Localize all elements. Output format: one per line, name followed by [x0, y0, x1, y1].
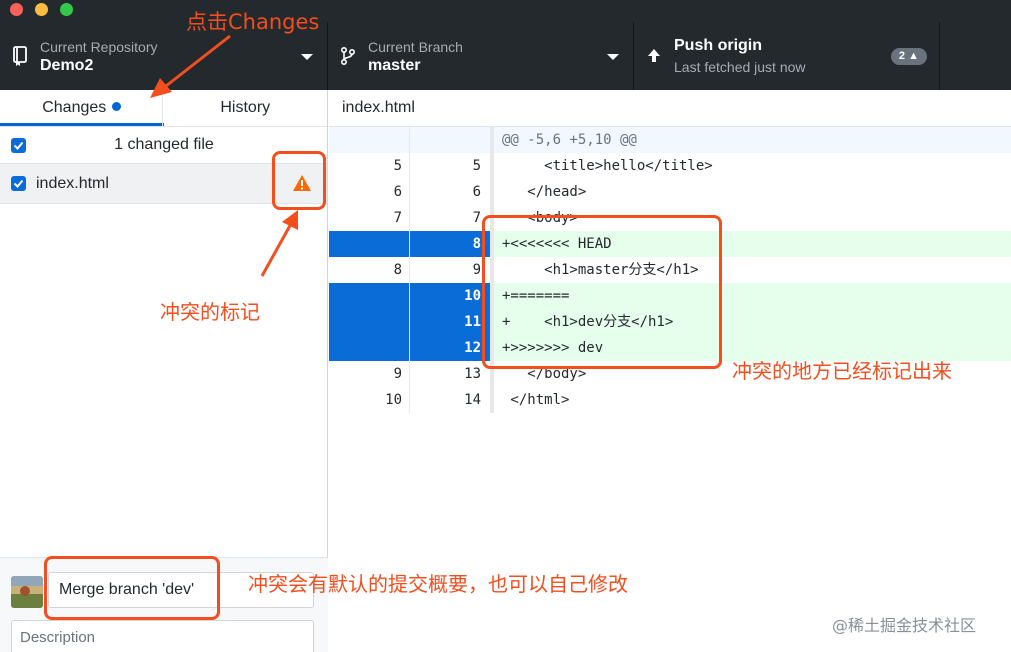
diff-header: index.html	[329, 90, 1011, 127]
annotation-conflict-mark: 冲突的标记	[160, 300, 260, 324]
old-line-number	[329, 335, 409, 361]
diff-hunk-header[interactable]: @@ -5,6 +5,10 @@	[329, 127, 1011, 153]
new-line-number: 7	[472, 210, 481, 226]
zoom-window-button[interactable]	[60, 3, 73, 16]
new-line-number: 6	[472, 184, 481, 200]
branch-label: Current Branch	[368, 39, 463, 55]
diff-file-path: index.html	[342, 99, 415, 116]
new-line-number: 13	[464, 366, 481, 382]
check-icon	[13, 179, 24, 188]
old-line-number	[329, 309, 409, 335]
old-line-number: 8	[393, 262, 402, 278]
chevron-down-icon	[607, 54, 619, 60]
annotation-conflict-location: 冲突的地方已经标记出来	[732, 359, 952, 383]
commit-description-input[interactable]: Description	[11, 620, 314, 652]
current-branch-button[interactable]: Current Branch master	[328, 22, 634, 90]
sidebar-tabs: Changes History	[0, 90, 327, 127]
new-line-number: 10	[410, 283, 490, 309]
watermark: @稀土掘金技术社区	[832, 616, 977, 635]
repository-icon	[13, 46, 27, 66]
branch-name: master	[368, 57, 421, 74]
chevron-down-icon	[301, 54, 313, 60]
new-line-number	[410, 127, 490, 153]
close-window-button[interactable]	[10, 3, 23, 16]
new-line-number: 5	[472, 158, 481, 174]
diff-code: <title>hello</title>	[502, 158, 713, 174]
diff-code: @@ -5,6 +5,10 @@	[494, 127, 1011, 153]
old-line-number: 7	[393, 210, 402, 226]
new-line-number: 8	[410, 231, 490, 257]
file-name: index.html	[36, 175, 109, 192]
old-line-number: 6	[393, 184, 402, 200]
window-titlebar	[0, 0, 1011, 22]
repository-name: Demo2	[40, 57, 94, 74]
file-checkbox[interactable]	[11, 176, 26, 191]
ahead-count-badge: 2 ▲	[890, 48, 927, 65]
avatar	[11, 576, 43, 608]
annotation-click-changes: 点击Changes	[186, 10, 320, 34]
diff-line[interactable]: 5 5 <title>hello</title>	[329, 153, 1011, 179]
new-line-number: 9	[472, 262, 481, 278]
tab-changes-label: Changes	[42, 99, 107, 116]
old-line-number: 5	[393, 158, 402, 174]
new-line-number: 12	[410, 335, 490, 361]
diff-line[interactable]: 6 6 </head>	[329, 179, 1011, 205]
old-line-number	[329, 283, 409, 309]
push-subtitle: Last fetched just now	[674, 59, 806, 75]
tab-changes[interactable]: Changes	[0, 90, 164, 126]
branch-icon	[340, 46, 356, 66]
old-line-number: 10	[385, 392, 402, 408]
tab-history[interactable]: History	[164, 90, 328, 126]
old-line-number: 9	[393, 366, 402, 382]
diff-code: </html>	[502, 392, 570, 408]
minimize-window-button[interactable]	[35, 3, 48, 16]
new-line-number: 11	[410, 309, 490, 335]
annotation-box-warning	[272, 151, 326, 210]
toolbar: Current Repository Demo2 Current Branch …	[0, 22, 1011, 90]
ahead-count: 2	[898, 50, 906, 62]
arrow-up-small-icon: ▲	[908, 50, 919, 62]
old-line-number	[329, 231, 409, 257]
arrow-up-icon	[648, 49, 660, 62]
annotation-box-summary	[44, 556, 220, 620]
old-line-number	[329, 127, 409, 153]
annotation-default-summary: 冲突会有默认的提交概要，也可以自己修改	[248, 572, 628, 596]
changes-indicator-dot	[112, 102, 122, 111]
push-origin-button[interactable]: Push origin Last fetched just now 2 ▲	[634, 22, 940, 90]
diff-code: </head>	[502, 184, 587, 200]
diff-line[interactable]: 10 14 </html>	[329, 387, 1011, 413]
new-line-number: 14	[464, 392, 481, 408]
tab-divider	[162, 90, 163, 127]
tab-history-label: History	[220, 99, 271, 116]
annotation-box-conflict	[482, 215, 722, 369]
push-title: Push origin	[674, 37, 762, 54]
repository-label: Current Repository	[40, 39, 158, 55]
